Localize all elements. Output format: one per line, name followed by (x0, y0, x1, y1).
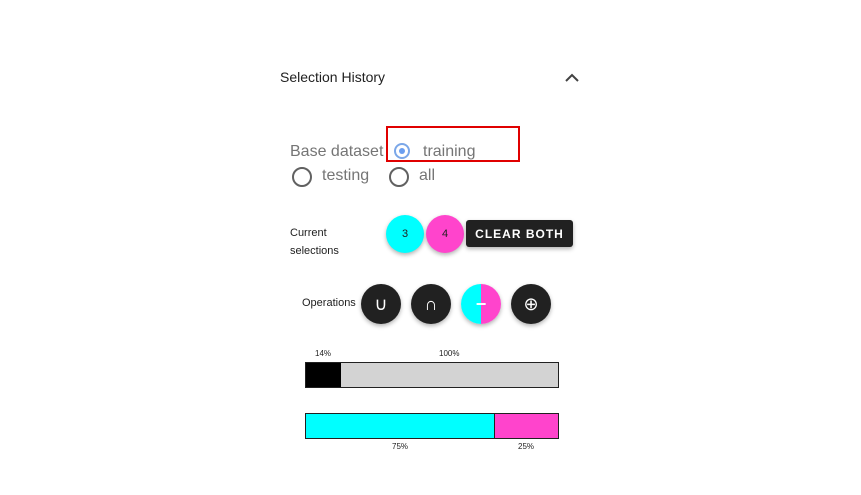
radio-training[interactable] (394, 143, 410, 159)
symmetric-difference-button[interactable]: ⊕ (511, 284, 551, 324)
split-first-label: 75% (392, 442, 409, 451)
base-dataset-label: Base dataset (290, 143, 384, 160)
split-bar (305, 413, 559, 439)
split-bar-first (306, 414, 495, 438)
union-icon: ∪ (374, 293, 388, 314)
union-button[interactable]: ∪ (361, 284, 401, 324)
selection-chip-3[interactable]: 3 (386, 215, 424, 253)
selection-chip-4[interactable]: 4 (426, 215, 464, 253)
chevron-up-icon[interactable] (563, 70, 581, 86)
coverage-fill-label: 14% (315, 349, 332, 358)
coverage-bar-fill (306, 363, 342, 387)
radio-testing[interactable] (292, 167, 312, 187)
selection-chip-label: 4 (441, 228, 449, 240)
circled-plus-icon: ⊕ (523, 293, 539, 314)
split-second-label: 25% (518, 442, 535, 451)
clear-both-button[interactable]: CLEAR BOTH (466, 220, 573, 247)
operations-label: Operations (302, 297, 356, 309)
current-selections-label: Current selections (290, 227, 339, 257)
coverage-total-label: 100% (439, 349, 460, 358)
difference-button[interactable]: − (461, 284, 501, 324)
intersection-button[interactable]: ∩ (411, 284, 451, 324)
radio-training-label[interactable]: training (423, 143, 475, 161)
split-bar-second (495, 414, 558, 438)
radio-all-label[interactable]: all (419, 167, 435, 185)
intersection-icon: ∩ (424, 293, 438, 314)
coverage-bar (305, 362, 559, 388)
radio-testing-label[interactable]: testing (322, 167, 369, 185)
radio-all[interactable] (389, 167, 409, 187)
selection-chip-label: 3 (401, 228, 409, 240)
minus-icon: − (475, 293, 487, 314)
panel-title: Selection History (280, 69, 386, 85)
